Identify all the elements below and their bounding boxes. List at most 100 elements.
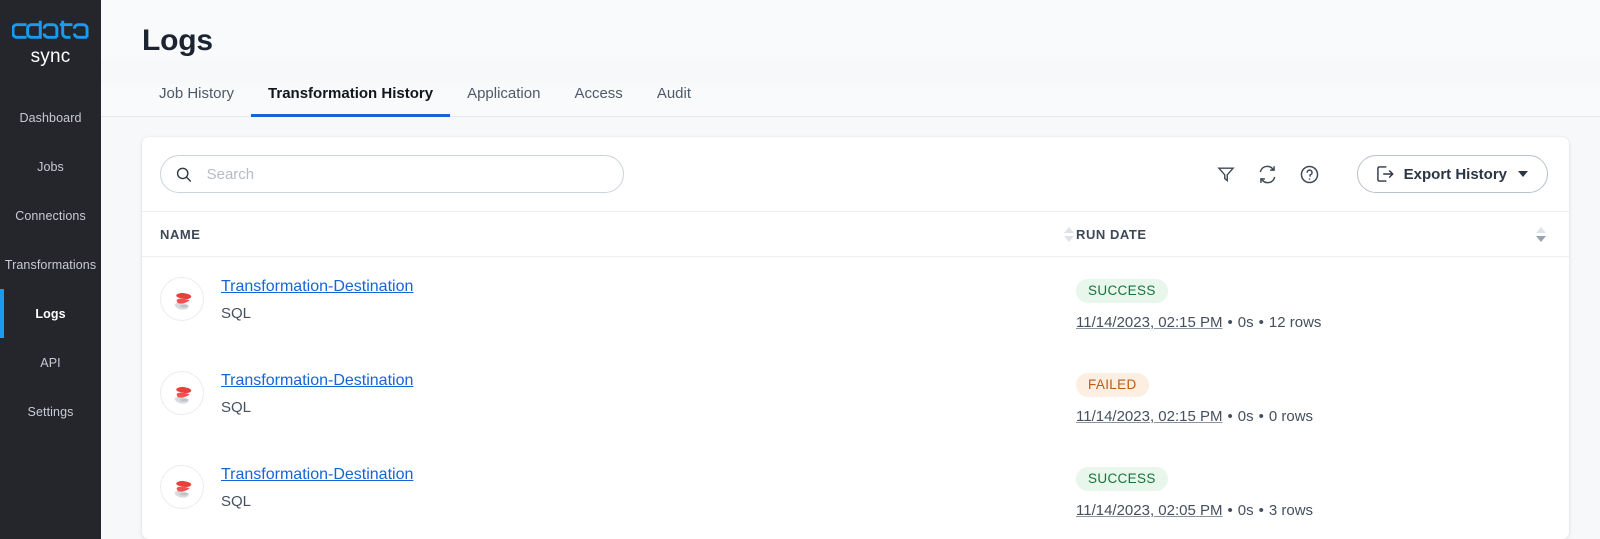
transformation-link[interactable]: Transformation-Destination bbox=[221, 277, 413, 297]
run-rows: 0 rows bbox=[1268, 408, 1314, 425]
sidebar-item-jobs[interactable]: Jobs bbox=[0, 142, 101, 191]
refresh-icon bbox=[1259, 165, 1276, 183]
card-toolbar: Export History bbox=[142, 137, 1569, 212]
sidebar-item-label: Dashboard bbox=[19, 110, 82, 125]
transformation-link[interactable]: Transformation-Destination bbox=[221, 371, 413, 391]
sidebar-item-label: Logs bbox=[35, 306, 66, 321]
search-input[interactable] bbox=[206, 165, 609, 183]
tab-label: Access bbox=[574, 85, 623, 102]
column-header-name[interactable]: NAME bbox=[160, 226, 1076, 242]
row-name-cell: Transformation-Destination SQL bbox=[160, 464, 1076, 511]
row-name-block: Transformation-Destination SQL bbox=[221, 464, 413, 511]
row-name-cell: Transformation-Destination SQL bbox=[160, 370, 1076, 417]
status-badge: SUCCESS bbox=[1076, 467, 1168, 491]
meta-separator: • bbox=[1258, 502, 1264, 519]
run-timestamp[interactable]: 11/14/2023, 02:15 PM bbox=[1076, 314, 1223, 331]
card-container: Export History NAME RUN DATE bbox=[101, 117, 1600, 539]
sidebar-item-logs[interactable]: Logs bbox=[0, 289, 101, 338]
export-icon bbox=[1376, 166, 1394, 182]
column-header-label: RUN DATE bbox=[1076, 226, 1147, 242]
run-timestamp[interactable]: 11/14/2023, 02:15 PM bbox=[1076, 408, 1223, 425]
run-timestamp[interactable]: 11/14/2023, 02:05 PM bbox=[1076, 502, 1223, 519]
sort-descending-icon bbox=[1064, 235, 1074, 242]
sort-toggle-name[interactable] bbox=[1064, 226, 1076, 242]
column-header-label: NAME bbox=[160, 226, 201, 242]
sql-server-glyph bbox=[174, 480, 191, 498]
tab-label: Application bbox=[467, 85, 541, 102]
transformation-link[interactable]: Transformation-Destination bbox=[221, 465, 413, 485]
sql-server-glyph bbox=[174, 292, 191, 310]
meta-separator: • bbox=[1258, 408, 1264, 425]
run-duration: 0s bbox=[1237, 314, 1254, 331]
sort-toggle-run-date[interactable] bbox=[1536, 226, 1548, 242]
chevron-down-icon bbox=[1518, 171, 1528, 177]
sort-ascending-icon bbox=[1536, 226, 1546, 233]
export-history-button[interactable]: Export History bbox=[1356, 155, 1548, 193]
table-body: Transformation-Destination SQL SUCCESS 1… bbox=[142, 257, 1569, 539]
main-content: Logs Job History Transformation History … bbox=[101, 0, 1600, 539]
tab-label: Transformation History bbox=[268, 85, 434, 102]
sidebar-item-transformations[interactable]: Transformations bbox=[0, 240, 101, 289]
run-duration: 0s bbox=[1237, 502, 1254, 519]
search-icon bbox=[176, 167, 192, 182]
page-title: Logs bbox=[142, 24, 213, 57]
sort-ascending-icon bbox=[1064, 226, 1074, 233]
tab-label: Job History bbox=[159, 85, 235, 102]
sql-server-glyph bbox=[174, 386, 191, 404]
transformation-type: SQL bbox=[221, 305, 252, 322]
sidebar-item-connections[interactable]: Connections bbox=[0, 191, 101, 240]
row-run-date-cell: FAILED 11/14/2023, 02:15 PM • 0s • 0 rows bbox=[1076, 370, 1548, 426]
sidebar-item-label: Settings bbox=[27, 404, 74, 419]
brand-logo-block[interactable]: sync bbox=[0, 0, 101, 79]
run-duration: 0s bbox=[1237, 408, 1254, 425]
tab-application[interactable]: Application bbox=[450, 84, 557, 116]
sql-server-icon bbox=[160, 371, 204, 415]
meta-separator: • bbox=[1227, 314, 1233, 331]
run-rows: 12 rows bbox=[1268, 314, 1322, 331]
sql-server-icon bbox=[160, 465, 204, 509]
filter-button[interactable] bbox=[1209, 157, 1243, 191]
run-meta: 11/14/2023, 02:05 PM • 0s • 3 rows bbox=[1076, 501, 1548, 520]
tab-bar: Job History Transformation History Appli… bbox=[101, 84, 1600, 117]
refresh-button[interactable] bbox=[1251, 157, 1285, 191]
meta-separator: • bbox=[1258, 314, 1264, 331]
filter-icon bbox=[1216, 167, 1235, 183]
sidebar-item-label: Connections bbox=[15, 208, 86, 223]
help-button[interactable] bbox=[1293, 157, 1327, 191]
tab-access[interactable]: Access bbox=[557, 84, 639, 116]
row-run-date-cell: SUCCESS 11/14/2023, 02:05 PM • 0s • 3 rows bbox=[1076, 464, 1548, 520]
row-name-block: Transformation-Destination SQL bbox=[221, 276, 413, 323]
search-box[interactable] bbox=[160, 155, 624, 193]
sidebar-item-label: Transformations bbox=[4, 257, 97, 272]
tab-audit[interactable]: Audit bbox=[640, 84, 708, 116]
tab-label: Audit bbox=[656, 85, 692, 102]
sidebar-item-label: API bbox=[40, 355, 61, 370]
sidebar-item-api[interactable]: API bbox=[0, 338, 101, 387]
transformation-type: SQL bbox=[221, 493, 252, 510]
column-header-run-date[interactable]: RUN DATE bbox=[1076, 226, 1548, 242]
sidebar-nav: Dashboard Jobs Connections Transformatio… bbox=[0, 93, 101, 436]
run-meta: 11/14/2023, 02:15 PM • 0s • 12 rows bbox=[1076, 313, 1548, 332]
sidebar-item-settings[interactable]: Settings bbox=[0, 387, 101, 436]
transformation-type: SQL bbox=[221, 399, 252, 416]
row-name-block: Transformation-Destination SQL bbox=[221, 370, 413, 417]
page-header: Logs bbox=[101, 0, 1600, 60]
row-run-date-cell: SUCCESS 11/14/2023, 02:15 PM • 0s • 12 rows bbox=[1076, 276, 1548, 332]
help-icon bbox=[1300, 165, 1319, 183]
table-row[interactable]: Transformation-Destination SQL SUCCESS 1… bbox=[142, 257, 1569, 351]
logs-card: Export History NAME RUN DATE bbox=[142, 137, 1569, 539]
brand-product-name: sync bbox=[30, 46, 71, 67]
run-meta: 11/14/2023, 02:15 PM • 0s • 0 rows bbox=[1076, 407, 1548, 426]
status-badge: FAILED bbox=[1076, 373, 1149, 397]
meta-separator: • bbox=[1227, 502, 1233, 519]
tab-job-history[interactable]: Job History bbox=[142, 84, 251, 116]
sort-descending-icon bbox=[1536, 235, 1546, 242]
tab-transformation-history[interactable]: Transformation History bbox=[251, 84, 451, 117]
cdata-logo-icon bbox=[11, 20, 89, 39]
table-row[interactable]: Transformation-Destination SQL SUCCESS 1… bbox=[142, 445, 1569, 539]
sidebar-item-dashboard[interactable]: Dashboard bbox=[0, 93, 101, 142]
sql-server-icon bbox=[160, 277, 204, 321]
table-row[interactable]: Transformation-Destination SQL FAILED 11… bbox=[142, 351, 1569, 445]
export-history-label: Export History bbox=[1403, 165, 1507, 183]
app-root: sync Dashboard Jobs Connections Transfor… bbox=[0, 0, 1600, 539]
